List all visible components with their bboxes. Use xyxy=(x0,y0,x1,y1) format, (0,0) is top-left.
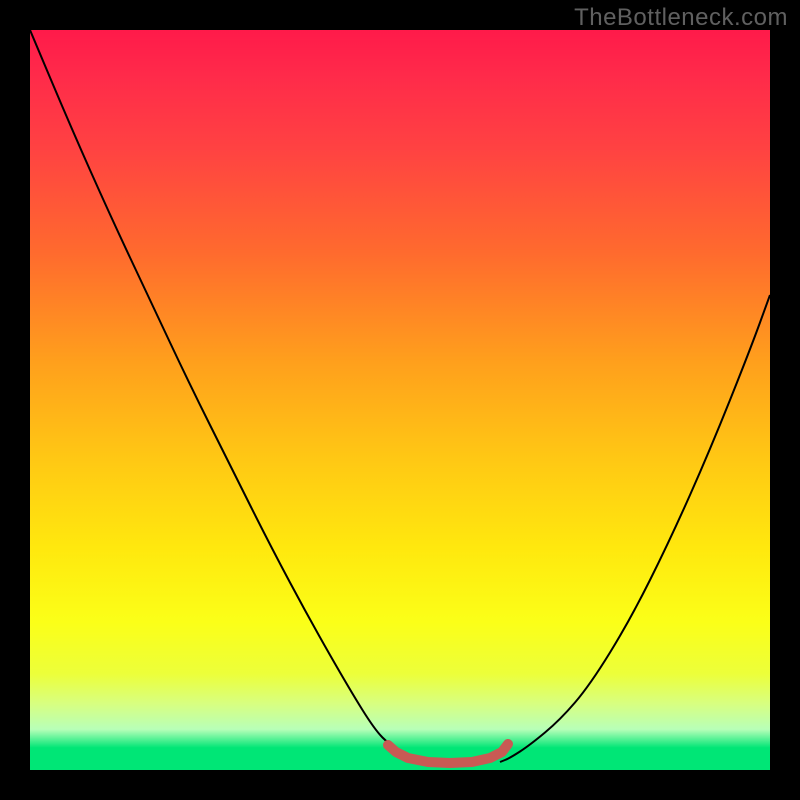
right-curve xyxy=(500,295,770,762)
watermark-text: TheBottleneck.com xyxy=(574,4,788,32)
curve-layer xyxy=(30,30,770,770)
trough-marker xyxy=(388,744,508,763)
plot-area xyxy=(30,30,770,770)
left-curve xyxy=(30,30,420,762)
chart-frame: TheBottleneck.com xyxy=(0,0,800,800)
